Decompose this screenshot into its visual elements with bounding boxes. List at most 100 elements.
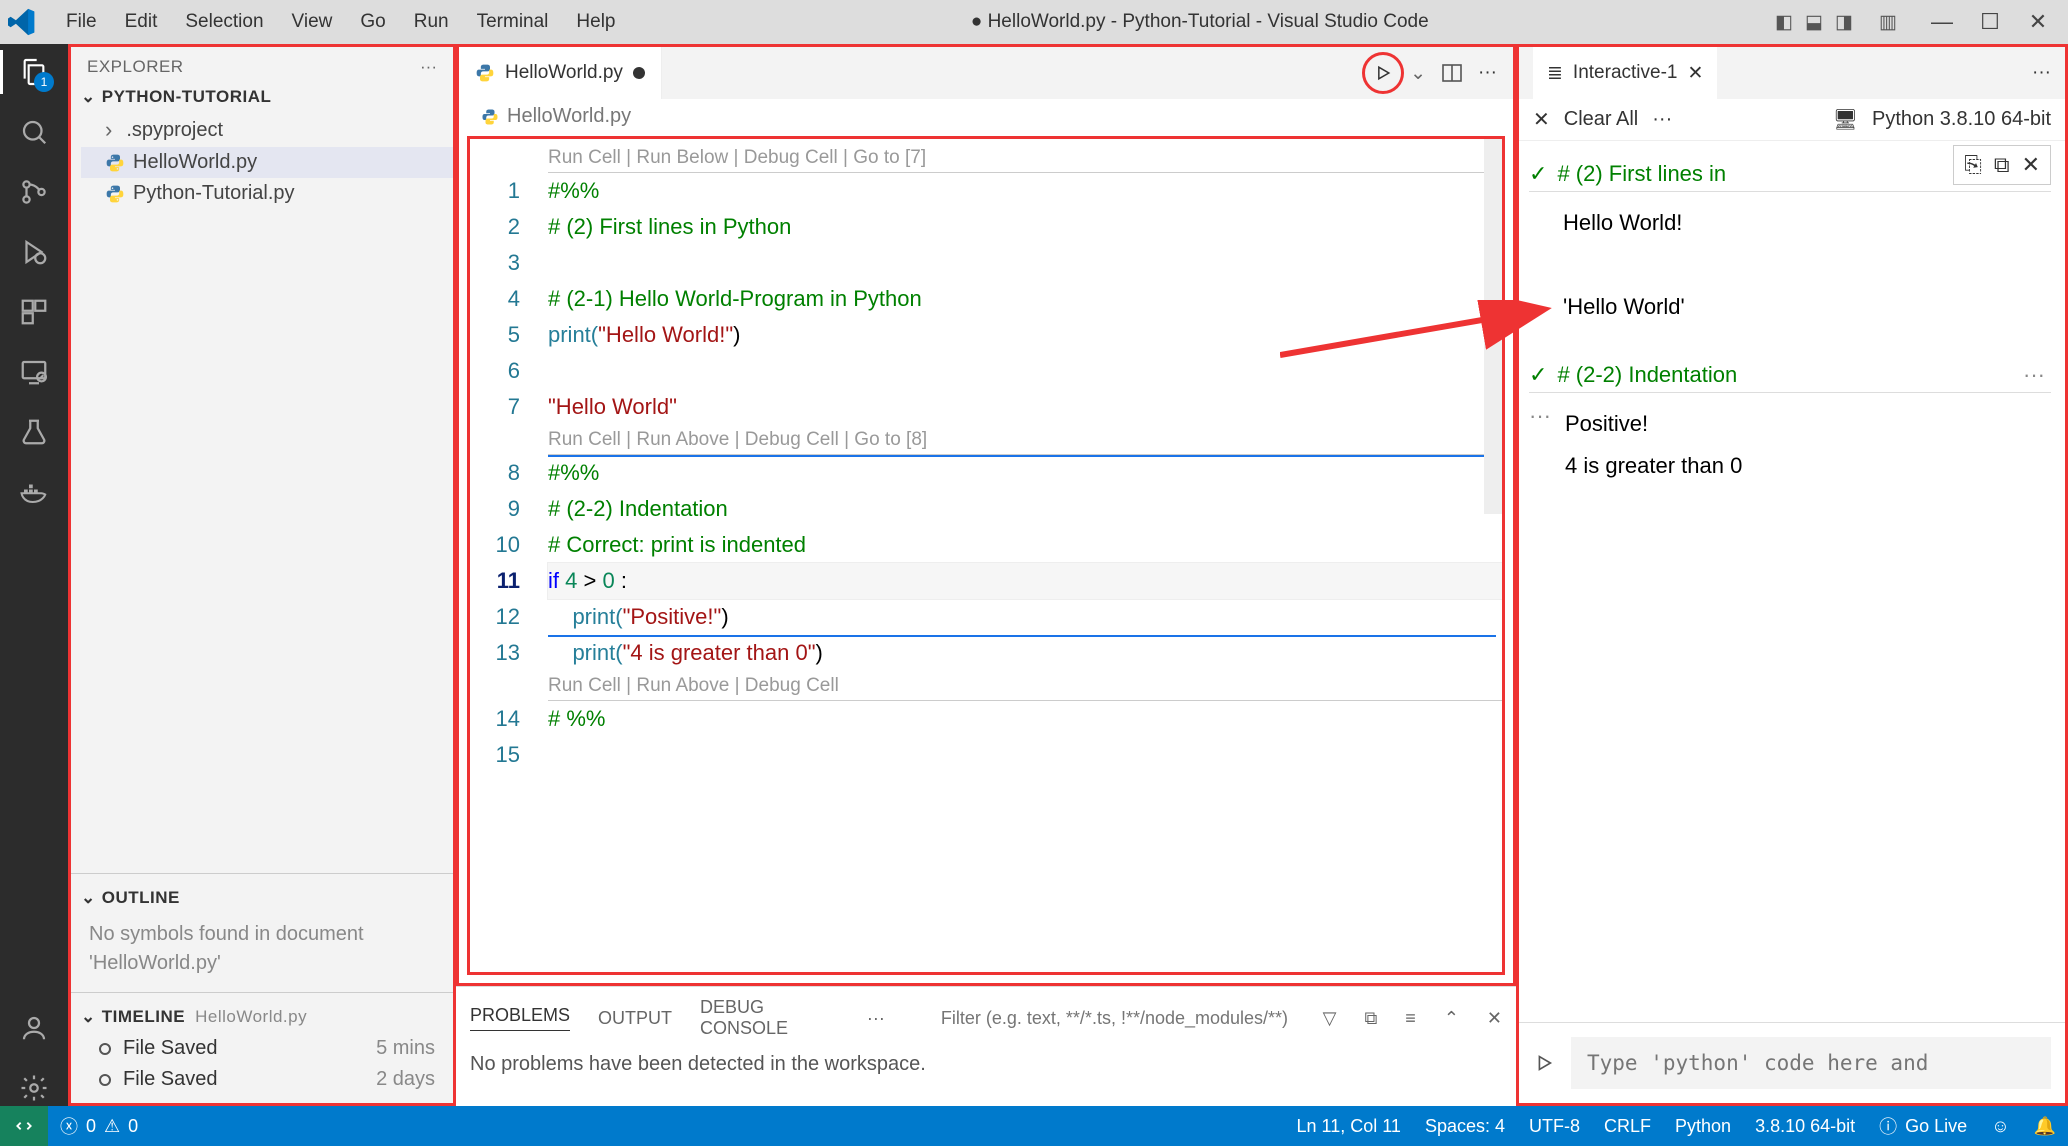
project-header[interactable]: ⌄ PYTHON-TUTORIAL	[71, 81, 453, 113]
panel-tab-debug[interactable]: DEBUG CONSOLE	[700, 997, 839, 1039]
window-maximize-icon[interactable]: ☐	[1968, 9, 2012, 35]
panel-tab-output[interactable]: OUTPUT	[598, 1008, 672, 1029]
remote-indicator[interactable]	[0, 1106, 48, 1146]
menu-file[interactable]: File	[52, 5, 111, 39]
editor-tab-helloworld[interactable]: HelloWorld.py	[459, 47, 662, 99]
kernel-label[interactable]: Python 3.8.10 64-bit	[1872, 108, 2051, 131]
close-tab-icon[interactable]: ✕	[1687, 62, 1703, 85]
codelens-cell2[interactable]: Run Cell | Run Above | Debug Cell | Go t…	[548, 425, 1502, 455]
interactive-more-icon[interactable]: ···	[2032, 62, 2051, 84]
problems-body: No problems have been detected in the wo…	[456, 1043, 1516, 1086]
window-close-icon[interactable]: ✕	[2016, 9, 2060, 35]
status-golive[interactable]: ⓘGo Live	[1867, 1113, 1979, 1139]
menu-help[interactable]: Help	[562, 5, 629, 39]
status-interpreter[interactable]: 3.8.10 64-bit	[1743, 1116, 1867, 1137]
minimap[interactable]	[1484, 139, 1502, 972]
view-as-list-icon[interactable]: ≡	[1405, 1008, 1416, 1029]
run-dropdown-icon[interactable]: ⌄	[1410, 62, 1426, 85]
search-icon[interactable]	[16, 114, 52, 150]
extensions-icon[interactable]	[16, 294, 52, 330]
codelens-cell3[interactable]: Run Cell | Run Above | Debug Cell	[548, 671, 1502, 701]
codelens-cell1[interactable]: Run Cell | Run Below | Debug Cell | Go t…	[548, 143, 1502, 173]
settings-gear-icon[interactable]	[16, 1070, 52, 1106]
execute-input-icon[interactable]	[1533, 1052, 1555, 1074]
dirty-indicator-icon	[633, 67, 645, 79]
clear-all-close-icon[interactable]: ✕	[1533, 107, 1550, 132]
timeline-item[interactable]: File Saved5 mins	[71, 1033, 453, 1064]
timeline-item[interactable]: File Saved2 days	[71, 1064, 453, 1095]
tree-folder-spyproject[interactable]: .spyproject	[81, 113, 453, 147]
menu-go[interactable]: Go	[346, 5, 399, 39]
status-spaces[interactable]: Spaces: 4	[1413, 1116, 1517, 1137]
bottom-panel: PROBLEMS OUTPUT DEBUG CONSOLE ··· ▽ ⧉ ≡ …	[456, 986, 1516, 1106]
remote-explorer-icon[interactable]	[16, 354, 52, 390]
timeline-header[interactable]: ⌄TIMELINEHelloWorld.py	[71, 1001, 453, 1033]
line-gutter: 1234567 8910111213 1415	[470, 139, 534, 972]
menu-view[interactable]: View	[278, 5, 347, 39]
explorer-more-icon[interactable]: ···	[420, 57, 437, 77]
status-feedback-icon[interactable]: ☺	[1979, 1116, 2021, 1137]
code-editor[interactable]: 1234567 8910111213 1415 Run Cell | Run B…	[467, 136, 1505, 975]
tree-file-tutorial[interactable]: Python-Tutorial.py	[81, 178, 453, 209]
editor-group: HelloWorld.py ⌄ ··· HelloWorld.py 12	[456, 44, 1516, 986]
copy-code-icon[interactable]: ⧉	[1994, 152, 2010, 178]
interactive-input[interactable]	[1571, 1037, 2051, 1089]
layout-sidebar-right-icon[interactable]: ◨	[1830, 11, 1858, 34]
cell2-output: Positive! 4 is greater than 0	[1557, 403, 1742, 487]
panel-more-icon[interactable]: ···	[867, 1008, 885, 1029]
sidebar: EXPLORER ··· ⌄ PYTHON-TUTORIAL .spyproje…	[68, 44, 456, 1106]
interactive-panel: ≣ Interactive-1 ✕ ··· ✕ Clear All ··· 🖥 …	[1516, 44, 2068, 1106]
clear-all-button[interactable]: Clear All	[1564, 108, 1638, 131]
outline-empty: No symbols found in document 'HelloWorld…	[71, 914, 453, 984]
menu-run[interactable]: Run	[400, 5, 463, 39]
cell1-output: Hello World! 'Hello World'	[1529, 202, 2051, 327]
status-cursor[interactable]: Ln 11, Col 11	[1285, 1116, 1413, 1137]
menubar: File Edit Selection View Go Run Terminal…	[52, 5, 630, 39]
split-editor-icon[interactable]	[1440, 61, 1464, 85]
outline-header[interactable]: ⌄OUTLINE	[71, 882, 453, 914]
cell-gutter-more-icon[interactable]: ···	[1529, 403, 1551, 487]
testing-icon[interactable]	[16, 414, 52, 450]
cell2-header[interactable]: ✓ # (2-2) Indentation ···	[1529, 358, 2051, 393]
status-language[interactable]: Python	[1663, 1116, 1743, 1137]
window-title: ● HelloWorld.py - Python-Tutorial - Visu…	[630, 11, 1771, 33]
run-cell-button[interactable]	[1362, 52, 1404, 94]
docker-icon[interactable]	[16, 474, 52, 510]
filter-icon[interactable]: ▽	[1323, 1008, 1337, 1029]
run-debug-icon[interactable]	[16, 234, 52, 270]
check-icon: ✓	[1529, 161, 1547, 187]
status-notifications-icon[interactable]: 🔔	[2022, 1116, 2068, 1137]
editor-more-icon[interactable]: ···	[1478, 62, 1497, 84]
status-encoding[interactable]: UTF-8	[1517, 1116, 1592, 1137]
status-bar: ⓧ0 ⚠0 Ln 11, Col 11 Spaces: 4 UTF-8 CRLF…	[0, 1106, 2068, 1146]
status-problems[interactable]: ⓧ0 ⚠0	[48, 1113, 150, 1139]
breadcrumb[interactable]: HelloWorld.py	[459, 99, 1513, 134]
delete-cell-icon[interactable]: ✕	[2022, 152, 2040, 178]
interactive-tab[interactable]: ≣ Interactive-1 ✕	[1533, 47, 1717, 99]
source-control-icon[interactable]	[16, 174, 52, 210]
problems-filter-input[interactable]	[941, 1008, 1295, 1029]
collapse-all-icon[interactable]: ⧉	[1364, 1008, 1377, 1029]
window-minimize-icon[interactable]: —	[1920, 9, 1964, 35]
panel-maximize-icon[interactable]: ⌃	[1444, 1008, 1459, 1029]
activity-bar: 1	[0, 44, 68, 1106]
editor-tab-label: HelloWorld.py	[505, 62, 623, 84]
interactive-toolbar-more-icon[interactable]: ···	[1652, 108, 1672, 131]
explorer-title: EXPLORER	[87, 57, 420, 77]
editor-tabbar: HelloWorld.py ⌄ ···	[459, 47, 1513, 99]
titlebar: File Edit Selection View Go Run Terminal…	[0, 0, 2068, 44]
menu-edit[interactable]: Edit	[111, 5, 172, 39]
panel-close-icon[interactable]: ✕	[1487, 1008, 1502, 1029]
explorer-icon[interactable]: 1	[16, 54, 52, 90]
account-icon[interactable]	[16, 1010, 52, 1046]
menu-terminal[interactable]: Terminal	[463, 5, 563, 39]
copy-icon[interactable]: ⎘	[1964, 152, 1982, 178]
layout-panel-icon[interactable]: ⬓	[1800, 11, 1828, 34]
tree-file-helloworld[interactable]: HelloWorld.py	[81, 147, 453, 178]
layout-sidebar-left-icon[interactable]: ◧	[1770, 11, 1798, 34]
status-eol[interactable]: CRLF	[1592, 1116, 1663, 1137]
chevron-down-icon: ⌄	[81, 87, 96, 107]
panel-tab-problems[interactable]: PROBLEMS	[470, 1005, 570, 1031]
layout-customize-icon[interactable]: ▥	[1874, 11, 1902, 34]
menu-selection[interactable]: Selection	[171, 5, 277, 39]
